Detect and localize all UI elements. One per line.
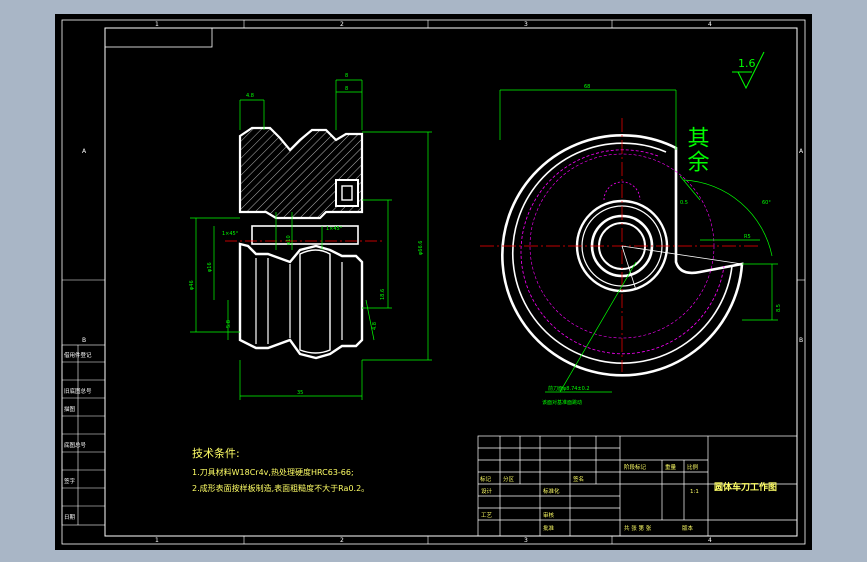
zone-col-3-bottom: 3 bbox=[524, 537, 528, 544]
zone-col-4-top: 4 bbox=[708, 21, 712, 28]
record-label-3: 描图 bbox=[64, 405, 76, 413]
tb-signature: 签名 bbox=[573, 475, 584, 483]
zone-col-3-top: 3 bbox=[524, 21, 528, 28]
dim-right-dia: φ66.6 bbox=[418, 241, 424, 255]
dim-top-width: 68 bbox=[584, 84, 590, 90]
record-label-4: 底图总号 bbox=[64, 441, 87, 449]
dim-top-small: 8 bbox=[345, 73, 348, 79]
dim-small-vert: 5.8 bbox=[226, 320, 232, 328]
zone-col-2-bottom: 2 bbox=[340, 537, 344, 544]
tb-standard: 标准化 bbox=[543, 487, 560, 495]
tb-audit: 审核 bbox=[543, 511, 555, 519]
notes-title: 技术条件: bbox=[192, 446, 240, 460]
roughness-value: 1.6 bbox=[738, 57, 756, 70]
dim-mid-vertical: 18.6 bbox=[380, 289, 386, 300]
leader-text-1: 前刀面φ8.74±0.2 bbox=[548, 385, 590, 392]
zone-col-1-bottom: 1 bbox=[155, 537, 159, 544]
dim-inner-dia: φ10 bbox=[286, 235, 292, 245]
zone-row-b-right: B bbox=[799, 337, 803, 344]
keyway bbox=[335, 179, 359, 207]
dim-angle: 60° bbox=[762, 200, 771, 206]
drawing-title: 圆体车刀工作图 bbox=[714, 481, 777, 493]
dim-right-vert: 4.8 bbox=[372, 322, 378, 330]
tb-scale-value: 1:1 bbox=[690, 489, 699, 495]
record-label-5: 签字 bbox=[64, 477, 76, 485]
dim-chamfer: 0.5 bbox=[680, 200, 688, 206]
dim-note-a: 1×45° bbox=[222, 231, 239, 237]
drawing-sheet bbox=[55, 14, 812, 550]
tb-weight: 重量 bbox=[665, 463, 677, 471]
tb-version: 版本 bbox=[682, 524, 694, 532]
roughness-other-label: 其余 bbox=[684, 126, 710, 174]
zone-row-b-left: B bbox=[82, 337, 86, 344]
zone-col-2-top: 2 bbox=[340, 21, 344, 28]
tb-marking: 标记 bbox=[480, 475, 492, 483]
record-label-2: 旧底图总号 bbox=[64, 387, 92, 395]
tb-zone: 分区 bbox=[503, 475, 515, 483]
dim-note-b: 1×45° bbox=[326, 226, 343, 232]
dim-side-vertical: 8.5 bbox=[776, 304, 782, 312]
tb-design: 设计 bbox=[481, 487, 493, 495]
zone-col-1-top: 1 bbox=[155, 21, 159, 28]
leader-text-2: 该面对基准面跳动 bbox=[542, 399, 582, 406]
record-label-6: 日期 bbox=[64, 514, 76, 521]
dim-top-mid: 8 bbox=[345, 86, 348, 92]
tb-sheet-info: 共 张 第 张 bbox=[624, 524, 652, 532]
zone-col-4-bottom: 4 bbox=[708, 537, 712, 544]
dim-top-left: 4.8 bbox=[246, 93, 254, 99]
tb-process: 工艺 bbox=[481, 512, 493, 519]
notes-line-1: 1.刀具材料W18Cr4v,热处理硬度HRC63-66; bbox=[192, 467, 354, 477]
cad-drawing: 1 2 3 4 1 2 3 4 A B A B 借用件登记 旧底图总号 描图 底… bbox=[55, 14, 812, 550]
record-label-1: 借用件登记 bbox=[64, 351, 92, 359]
tb-scale: 比例 bbox=[687, 463, 699, 471]
tb-stage: 阶段标记 bbox=[624, 463, 647, 471]
dim-left-dia-b: φ16 bbox=[207, 262, 213, 272]
dim-radius: R5 bbox=[744, 234, 751, 240]
tb-approve: 批准 bbox=[543, 524, 555, 532]
dim-left-dia-a: φ46 bbox=[189, 280, 195, 290]
notes-line-2: 2.成形表面按样板制造,表面粗糙度不大于Ra0.2。 bbox=[192, 483, 369, 493]
dim-bottom-length: 35 bbox=[297, 390, 303, 396]
